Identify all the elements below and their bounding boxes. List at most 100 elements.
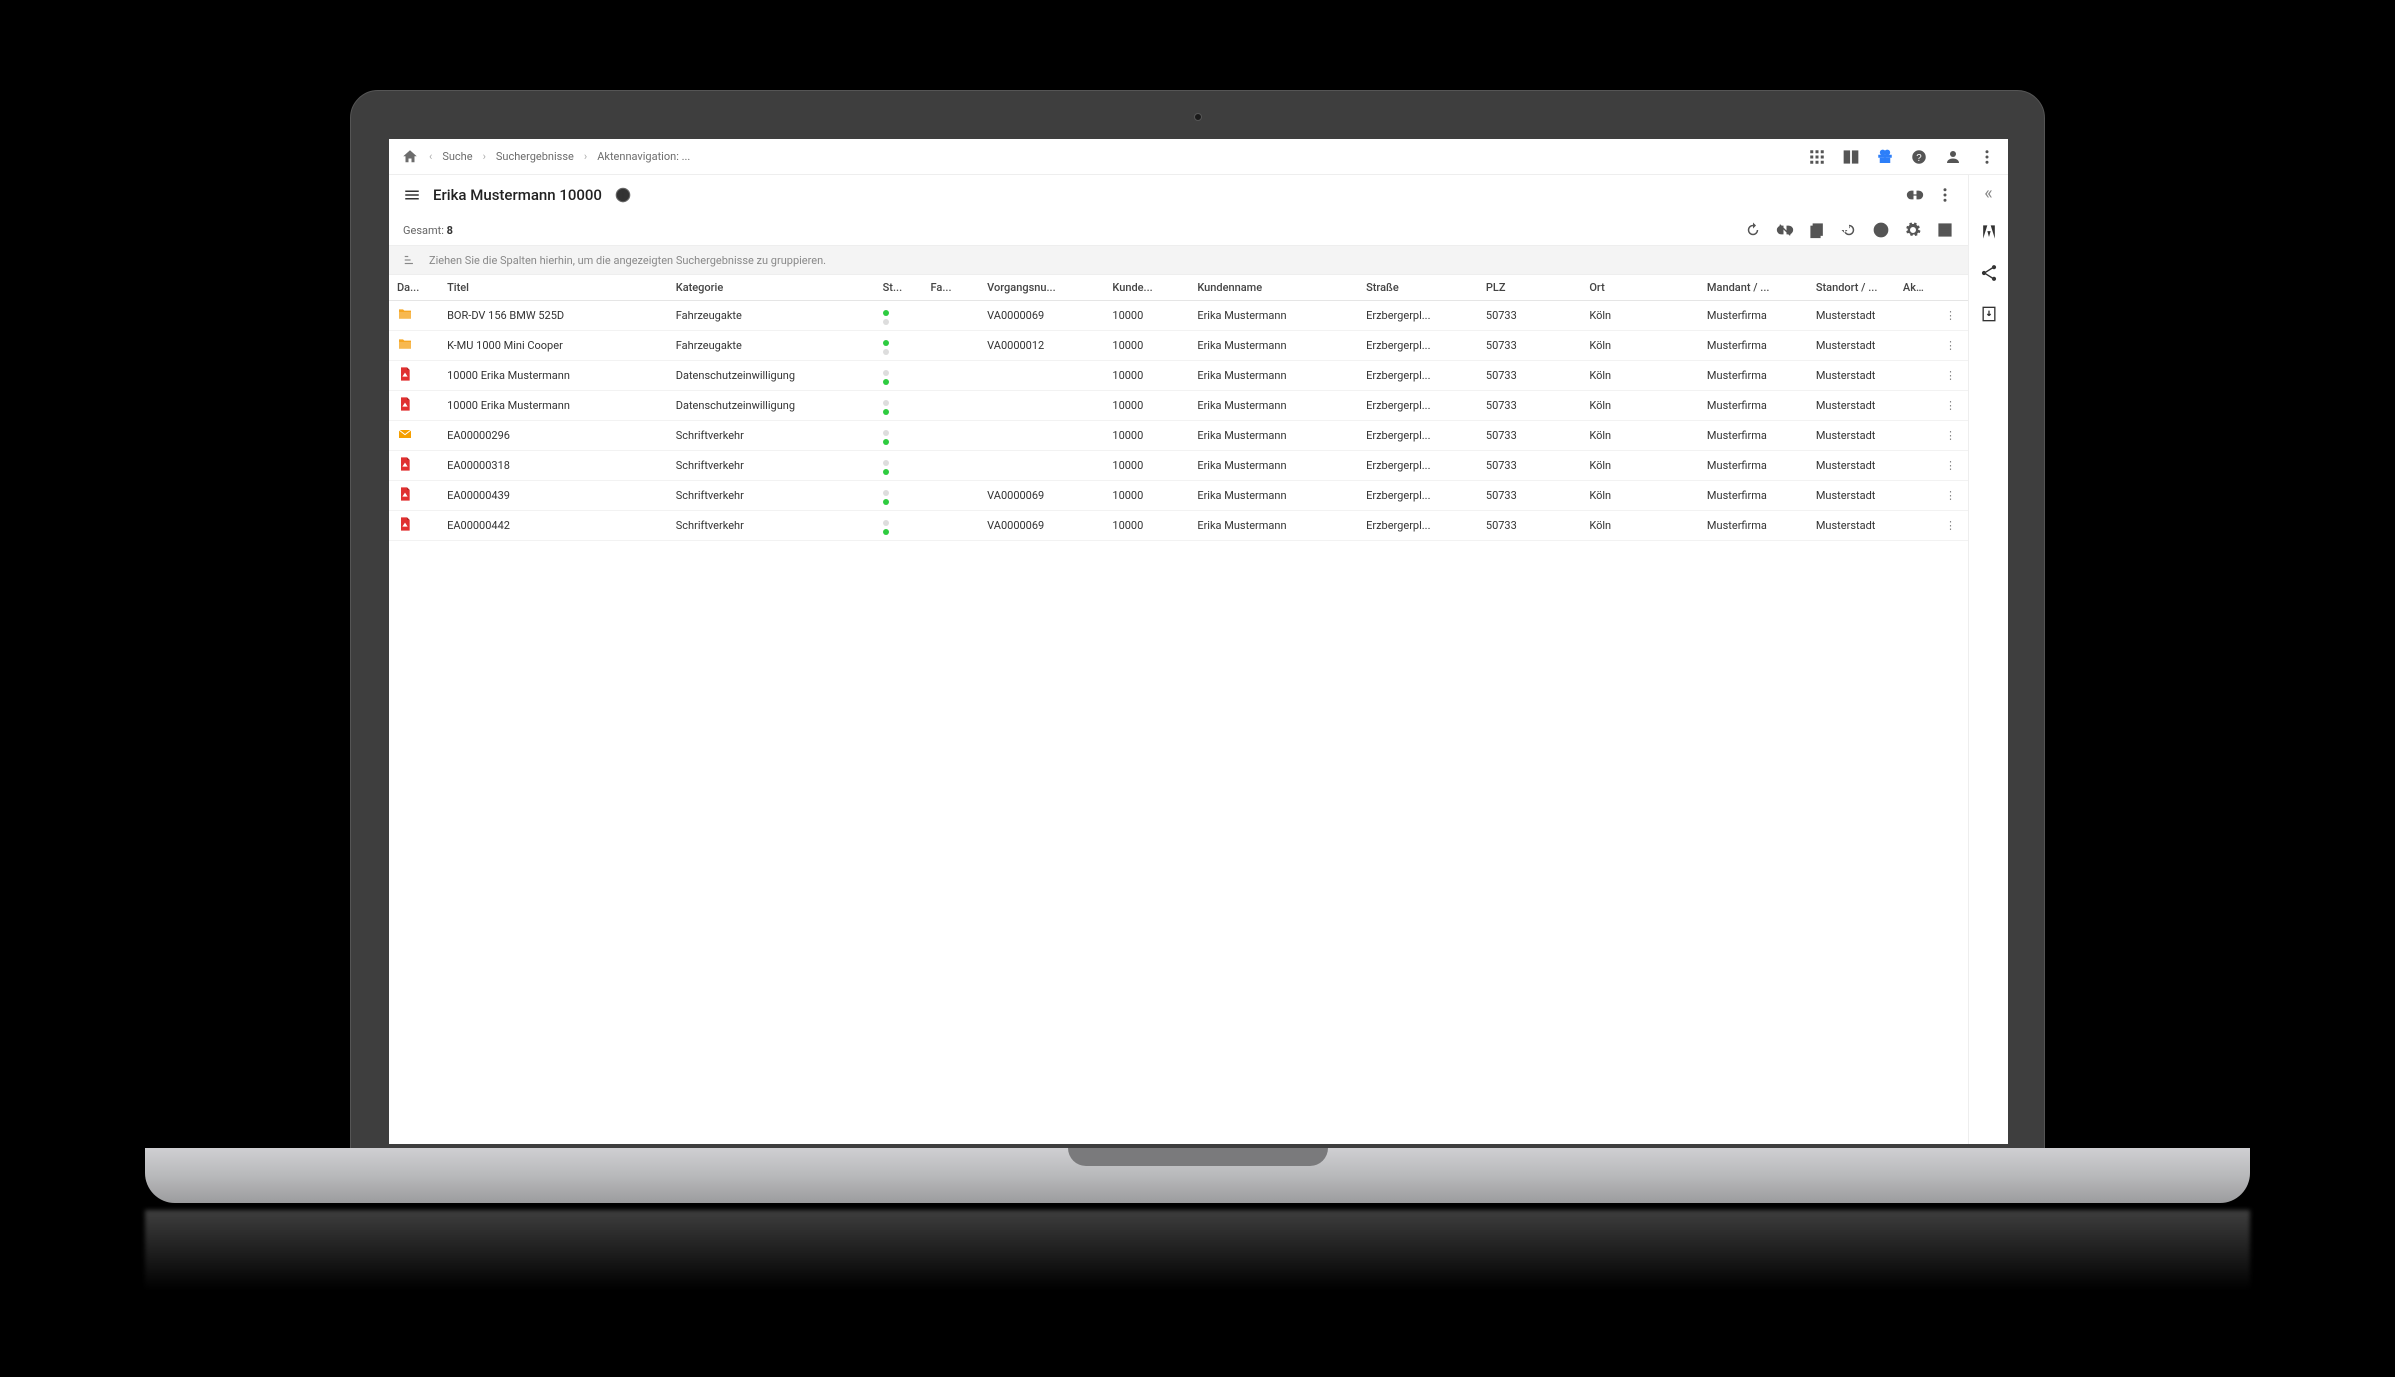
row-menu-icon[interactable]: ⋮ bbox=[1933, 391, 1968, 421]
cell-strasse: Erzbergerpl... bbox=[1358, 391, 1478, 421]
table-row[interactable]: EA00000442SchriftverkehrVA000006910000Er… bbox=[389, 511, 1968, 541]
cell-ak bbox=[1895, 361, 1933, 391]
home-icon[interactable] bbox=[401, 148, 419, 166]
col-header[interactable]: Fa... bbox=[923, 275, 980, 301]
cell-vorgang bbox=[979, 421, 1104, 451]
cell-mandant: Musterfirma bbox=[1699, 421, 1808, 451]
group-icon bbox=[403, 253, 417, 267]
cell-kundenname: Erika Mustermann bbox=[1189, 421, 1358, 451]
col-header[interactable]: Straße bbox=[1358, 275, 1478, 301]
info-icon[interactable] bbox=[614, 186, 632, 204]
col-header[interactable]: Mandant / ... bbox=[1699, 275, 1808, 301]
col-header[interactable]: Kundenname bbox=[1189, 275, 1358, 301]
col-header[interactable]: PLZ bbox=[1478, 275, 1581, 301]
breadcrumb-item[interactable]: Aktennavigation: ... bbox=[597, 150, 690, 163]
row-menu-icon[interactable]: ⋮ bbox=[1933, 361, 1968, 391]
list-icon[interactable] bbox=[1936, 221, 1954, 239]
help-icon[interactable]: ? bbox=[1910, 148, 1928, 166]
cell-plz: 50733 bbox=[1478, 511, 1581, 541]
more-icon[interactable] bbox=[1936, 186, 1954, 204]
cell-strasse: Erzbergerpl... bbox=[1358, 511, 1478, 541]
cell-strasse: Erzbergerpl... bbox=[1358, 421, 1478, 451]
page-header: Erika Mustermann 10000 bbox=[389, 175, 1968, 215]
col-header[interactable]: Vorgangsnu... bbox=[979, 275, 1104, 301]
cell-titel: EA00000318 bbox=[439, 451, 668, 481]
cell-strasse: Erzbergerpl... bbox=[1358, 301, 1478, 331]
col-header[interactable]: St... bbox=[875, 275, 923, 301]
row-menu-icon[interactable]: ⋮ bbox=[1933, 481, 1968, 511]
cell-titel: EA00000296 bbox=[439, 421, 668, 451]
chevron-left-icon[interactable]: ‹ bbox=[429, 150, 432, 163]
user-icon[interactable] bbox=[1944, 148, 1962, 166]
app-screen: ‹ Suche › Suchergebnisse › Aktennavigati… bbox=[389, 139, 2008, 1144]
row-menu-icon[interactable]: ⋮ bbox=[1933, 331, 1968, 361]
cell-plz: 50733 bbox=[1478, 481, 1581, 511]
cell-ak bbox=[1895, 331, 1933, 361]
gear-icon[interactable] bbox=[1904, 221, 1922, 239]
breadcrumb-item[interactable]: Suchergebnisse bbox=[496, 150, 574, 163]
cell-titel: K-MU 1000 Mini Cooper bbox=[439, 331, 668, 361]
cell-mandant: Musterfirma bbox=[1699, 451, 1808, 481]
col-header[interactable]: Da... bbox=[389, 275, 439, 301]
chevron-left-icon[interactable]: « bbox=[1984, 183, 1992, 204]
col-header[interactable]: Ort bbox=[1581, 275, 1699, 301]
cell-status bbox=[875, 301, 923, 331]
cell-mandant: Musterfirma bbox=[1699, 391, 1808, 421]
cell-kundenname: Erika Mustermann bbox=[1189, 391, 1358, 421]
file-type-icon bbox=[389, 511, 439, 541]
apps-icon[interactable] bbox=[1808, 148, 1826, 166]
row-menu-icon[interactable]: ⋮ bbox=[1933, 511, 1968, 541]
right-rail: « bbox=[1968, 175, 2008, 1144]
export-icon[interactable] bbox=[1979, 304, 1999, 327]
cell-mandant: Musterfirma bbox=[1699, 331, 1808, 361]
table-row[interactable]: 10000 Erika MustermannDatenschutzeinwill… bbox=[389, 391, 1968, 421]
row-menu-icon[interactable]: ⋮ bbox=[1933, 301, 1968, 331]
cell-kundenname: Erika Mustermann bbox=[1189, 481, 1358, 511]
cell-kategorie: Schriftverkehr bbox=[668, 421, 875, 451]
menu-icon[interactable] bbox=[403, 186, 421, 204]
table-row[interactable]: BOR-DV 156 BMW 525DFahrzeugakteVA0000069… bbox=[389, 301, 1968, 331]
cell-strasse: Erzbergerpl... bbox=[1358, 451, 1478, 481]
file-type-icon bbox=[389, 391, 439, 421]
cell-status bbox=[875, 451, 923, 481]
gift-icon[interactable] bbox=[1876, 148, 1894, 166]
svg-text:?: ? bbox=[1916, 152, 1922, 163]
laptop-reflection bbox=[145, 1210, 2250, 1290]
col-header[interactable]: Kategorie bbox=[668, 275, 875, 301]
cell-status bbox=[875, 331, 923, 361]
col-header[interactable]: Ak... bbox=[1895, 275, 1933, 301]
cell-status bbox=[875, 421, 923, 451]
history-icon[interactable] bbox=[1840, 221, 1858, 239]
cell-fa bbox=[923, 511, 980, 541]
cell-fa bbox=[923, 361, 980, 391]
cell-titel: BOR-DV 156 BMW 525D bbox=[439, 301, 668, 331]
link-icon[interactable] bbox=[1906, 186, 1924, 204]
columns-icon[interactable] bbox=[1842, 148, 1860, 166]
share-icon[interactable] bbox=[1979, 263, 1999, 286]
table-row[interactable]: K-MU 1000 Mini CooperFahrzeugakteVA00000… bbox=[389, 331, 1968, 361]
col-header[interactable]: Standort / ... bbox=[1808, 275, 1895, 301]
cell-fa bbox=[923, 391, 980, 421]
unlink-icon[interactable] bbox=[1776, 221, 1794, 239]
cell-ort: Köln bbox=[1581, 421, 1699, 451]
table-row[interactable]: EA00000318Schriftverkehr10000Erika Muste… bbox=[389, 451, 1968, 481]
clipboard-icon[interactable] bbox=[1808, 221, 1826, 239]
table-row[interactable]: EA00000439SchriftverkehrVA000006910000Er… bbox=[389, 481, 1968, 511]
file-type-icon bbox=[389, 331, 439, 361]
group-bar[interactable]: Ziehen Sie die Spalten hierhin, um die a… bbox=[389, 245, 1968, 275]
col-header[interactable]: Titel bbox=[439, 275, 668, 301]
compass-icon[interactable] bbox=[1872, 221, 1890, 239]
cell-plz: 50733 bbox=[1478, 391, 1581, 421]
table-row[interactable]: EA00000296Schriftverkehr10000Erika Muste… bbox=[389, 421, 1968, 451]
cell-fa bbox=[923, 481, 980, 511]
more-icon[interactable] bbox=[1978, 148, 1996, 166]
table-row[interactable]: 10000 Erika MustermannDatenschutzeinwill… bbox=[389, 361, 1968, 391]
breadcrumb-item[interactable]: Suche bbox=[442, 150, 472, 163]
row-menu-icon[interactable]: ⋮ bbox=[1933, 451, 1968, 481]
cell-kundenname: Erika Mustermann bbox=[1189, 301, 1358, 331]
refresh-icon[interactable] bbox=[1744, 221, 1762, 239]
col-header[interactable]: Kunde... bbox=[1104, 275, 1189, 301]
row-menu-icon[interactable]: ⋮ bbox=[1933, 421, 1968, 451]
file-type-icon bbox=[389, 421, 439, 451]
adobe-icon[interactable] bbox=[1979, 222, 1999, 245]
